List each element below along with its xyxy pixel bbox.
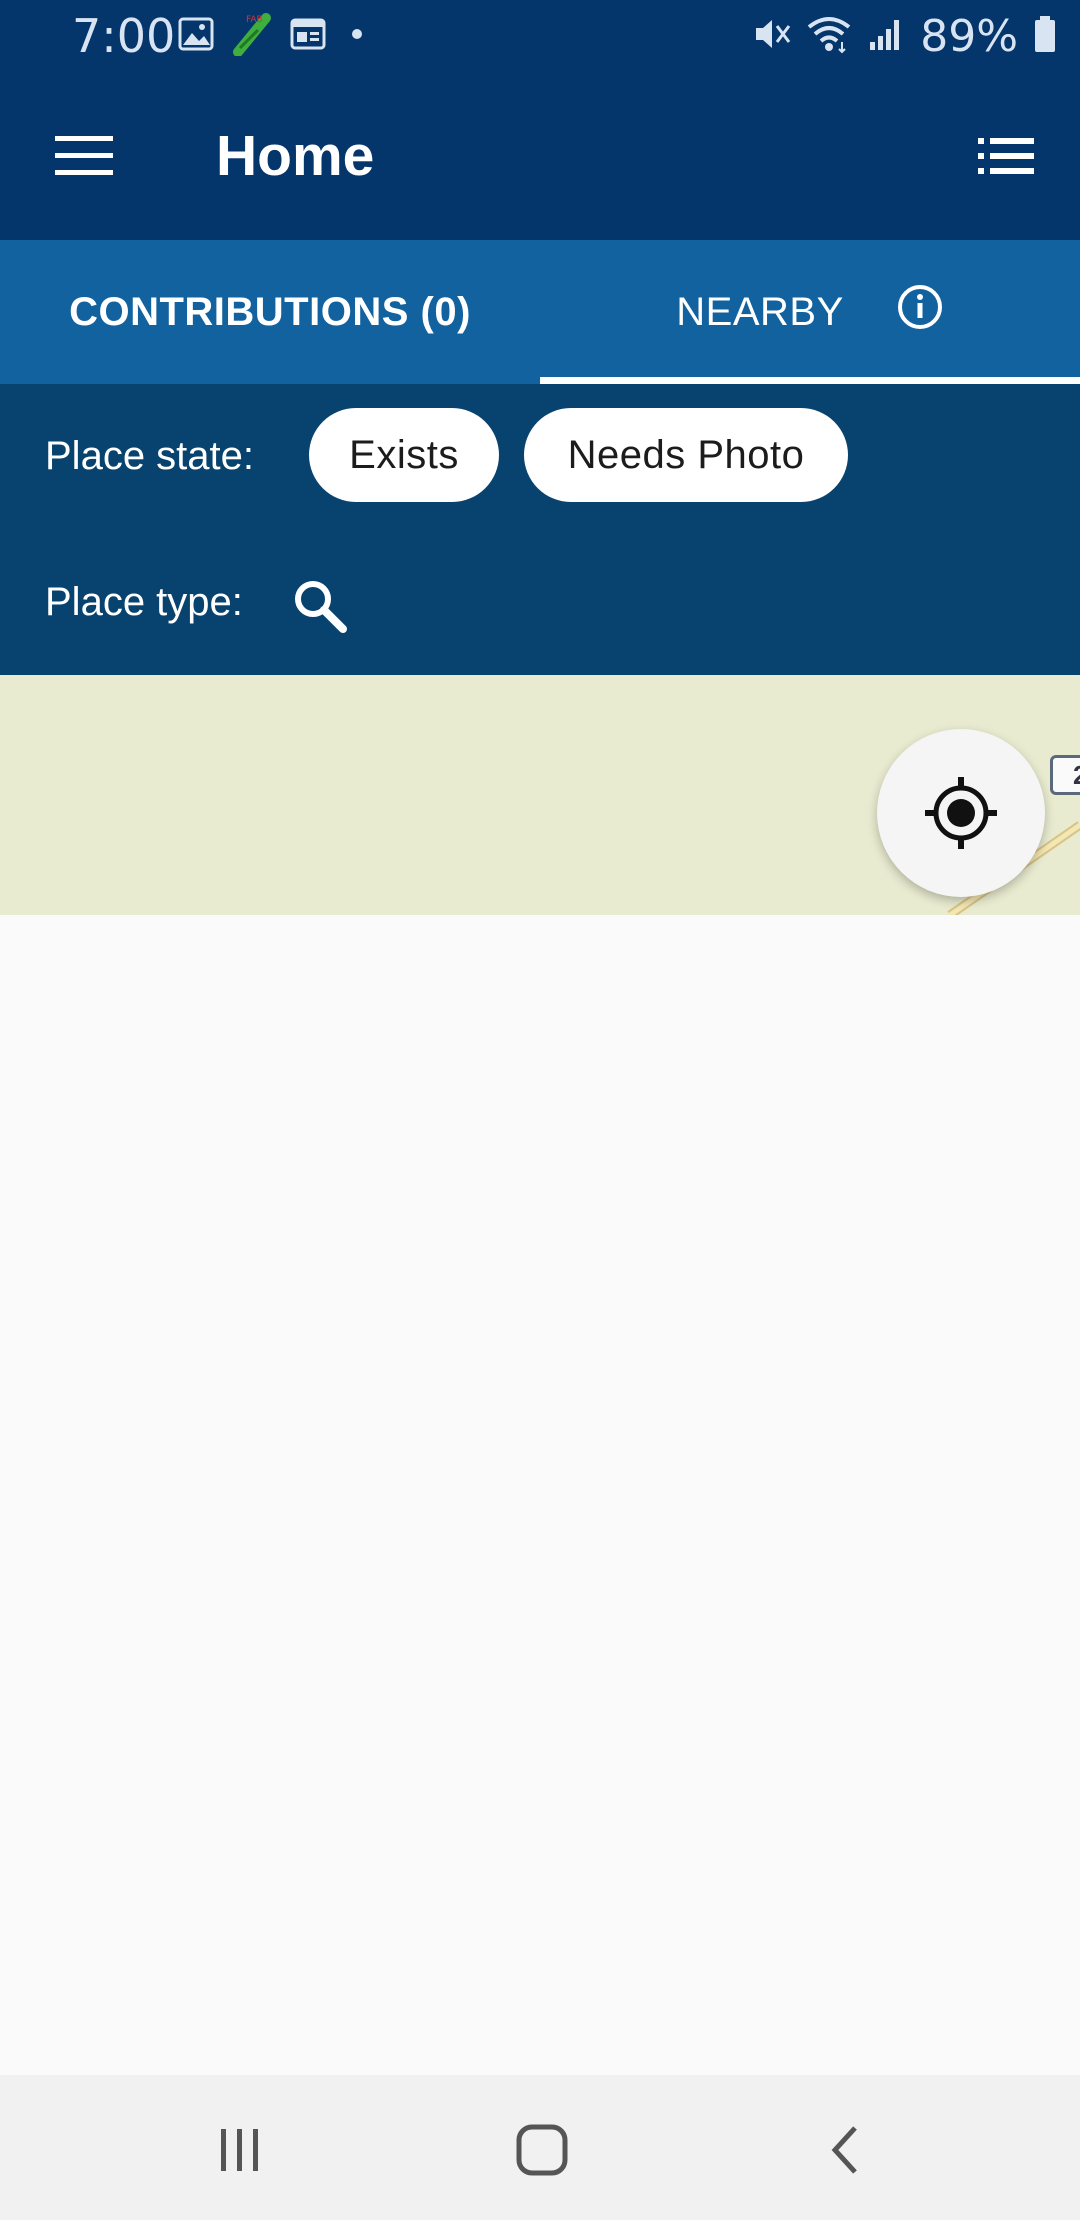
tab-nearby[interactable]: NEARBY xyxy=(540,240,1080,384)
map-view[interactable]: 2 xyxy=(0,675,1080,915)
tab-nearby-label: NEARBY xyxy=(676,289,844,334)
battery-icon xyxy=(1032,14,1058,59)
dot-icon xyxy=(344,24,370,49)
recents-icon xyxy=(221,2129,258,2171)
info-icon[interactable] xyxy=(896,283,944,341)
recents-button[interactable] xyxy=(185,2095,295,2205)
chip-exists[interactable]: Exists xyxy=(309,408,499,502)
app-bar: Home xyxy=(0,72,1080,240)
page-title: Home xyxy=(216,124,375,188)
back-chevron-icon xyxy=(831,2126,857,2174)
app-notification-icon: FAB xyxy=(232,12,272,61)
status-notification-icons: FAB xyxy=(178,12,370,61)
tab-bar: CONTRIBUTIONS (0) NEARBY xyxy=(0,240,1080,384)
mute-icon xyxy=(752,14,792,59)
place-type-search-button[interactable] xyxy=(286,572,354,640)
status-system-icons: 89% xyxy=(752,10,1058,62)
home-icon xyxy=(516,2124,568,2176)
back-button[interactable] xyxy=(790,2095,900,2205)
svg-text:FAB: FAB xyxy=(246,15,263,25)
my-location-button[interactable] xyxy=(877,729,1045,897)
tab-contributions-label: CONTRIBUTIONS (0) xyxy=(69,289,471,334)
road-number-sign: 2 xyxy=(1050,755,1080,795)
place-state-label: Place state: xyxy=(45,434,255,478)
tab-contributions[interactable]: CONTRIBUTIONS (0) xyxy=(0,240,540,384)
calendar-icon xyxy=(290,17,326,56)
crosshair-location-icon xyxy=(925,777,997,849)
list-icon xyxy=(978,138,1034,174)
home-button[interactable] xyxy=(487,2095,597,2205)
system-navigation-bar xyxy=(0,2075,1080,2220)
nearby-list-area xyxy=(0,915,1080,2075)
search-icon xyxy=(295,581,347,633)
gallery-icon xyxy=(178,17,214,56)
filter-panel: Place state: Exists Needs Photo Place ty… xyxy=(0,384,1080,675)
status-bar: 7:00 FAB 89% xyxy=(0,0,1080,72)
battery-percentage: 89% xyxy=(920,10,1018,62)
status-time: 7:00 xyxy=(72,9,176,63)
hamburger-menu-icon xyxy=(55,136,113,175)
place-type-label: Place type: xyxy=(45,580,243,624)
signal-icon xyxy=(866,14,906,59)
wifi-icon xyxy=(806,14,852,59)
list-view-button[interactable] xyxy=(962,112,1050,200)
menu-button[interactable] xyxy=(40,112,128,200)
chip-needs-photo[interactable]: Needs Photo xyxy=(524,408,848,502)
tab-selected-indicator xyxy=(540,377,1080,384)
